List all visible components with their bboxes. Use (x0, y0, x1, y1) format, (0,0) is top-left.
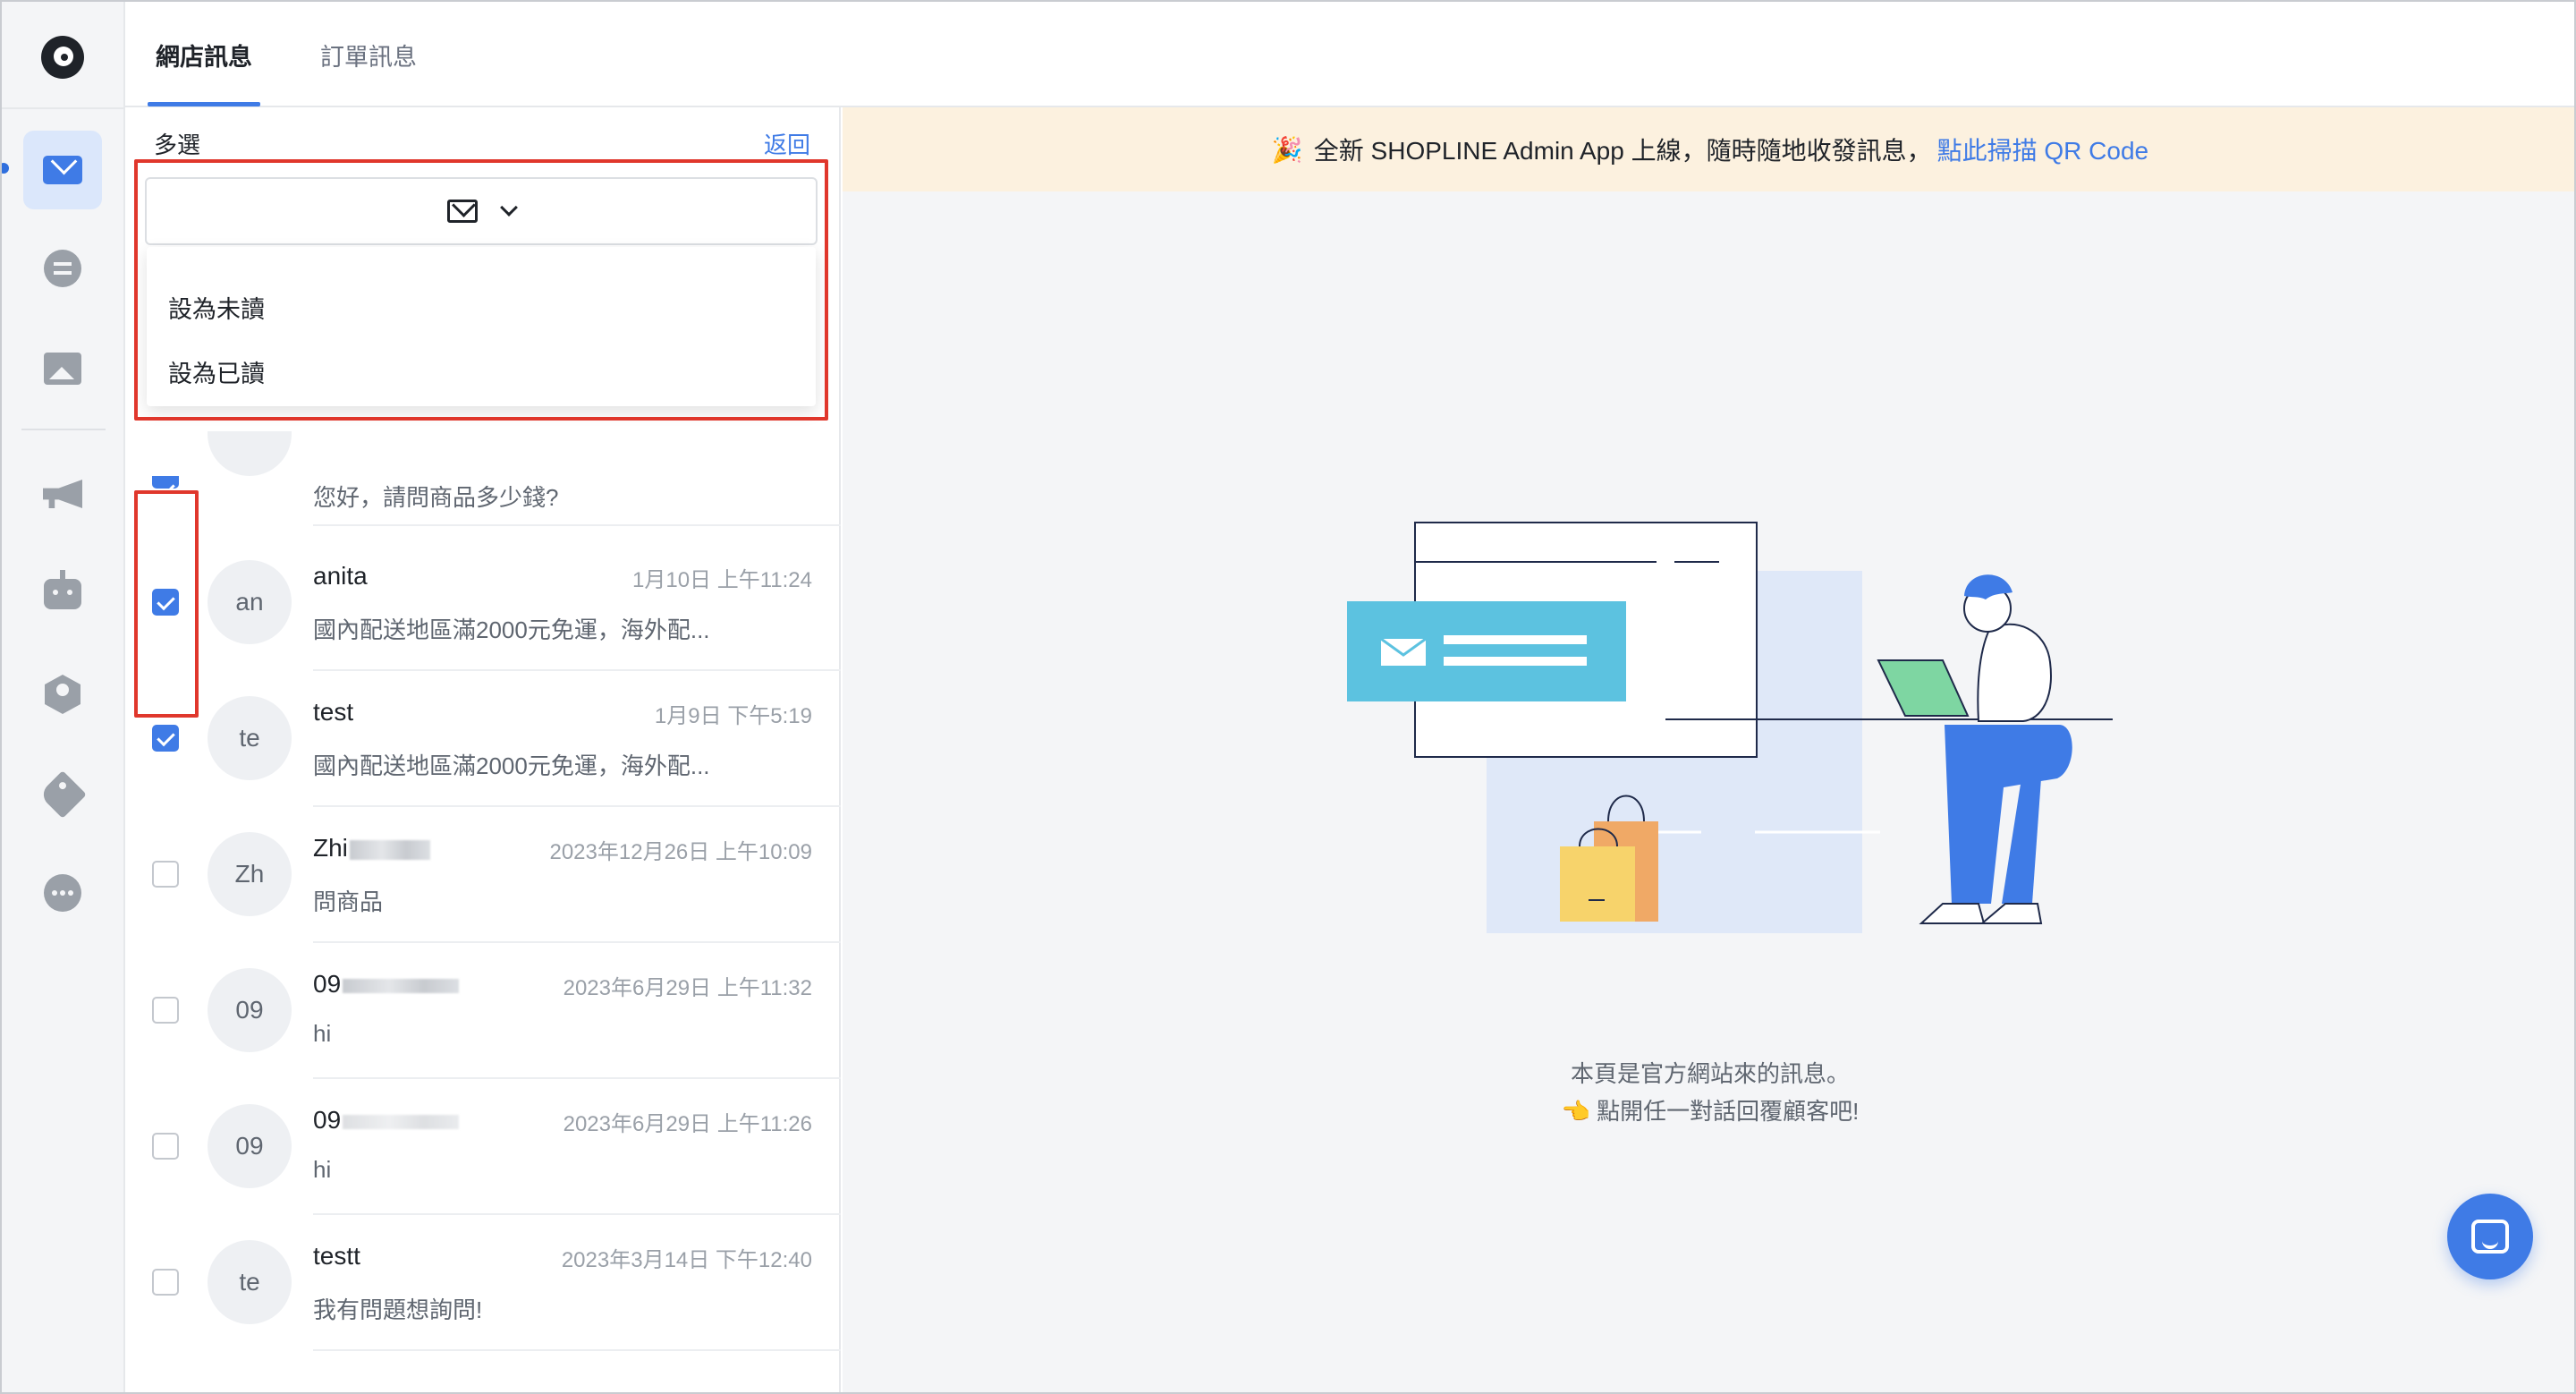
support-chat-button[interactable] (2447, 1194, 2533, 1279)
sidebar-item-media[interactable] (23, 329, 102, 408)
customer-name: 09 (313, 1106, 460, 1135)
avatar: te (208, 1240, 292, 1324)
active-tab-underline (148, 102, 260, 106)
message-snippet: 我有問題想詢問! (313, 1296, 483, 1323)
message-time: 2023年6月29日 上午11:26 (563, 1112, 812, 1136)
customer-name-text: 09 (313, 970, 342, 998)
row-divider (313, 524, 841, 526)
avatar: 09 (208, 1104, 292, 1188)
rail-divider (2, 107, 125, 109)
sidebar-item-more[interactable] (23, 854, 102, 932)
bot-icon (44, 570, 81, 609)
multi-select-label: 多選 (154, 132, 201, 158)
tag-icon (38, 770, 87, 819)
message-snippet: 問商品 (313, 888, 384, 915)
sidebar-item-chat[interactable] (23, 229, 102, 308)
banner-text: 全新 SHOPLINE Admin App 上線，隨時隨地收發訊息， (1313, 137, 1932, 165)
customer-name: Zhi (313, 834, 430, 863)
annotation-box (134, 159, 828, 421)
shopline-logo-icon[interactable] (41, 36, 84, 79)
mail-icon (43, 156, 82, 184)
list-item[interactable]: 09 09 2023年6月29日 上午11:26 hi (125, 1079, 841, 1215)
message-time: 1月9日 下午5:19 (654, 704, 812, 728)
redacted-text (343, 1114, 460, 1129)
megaphone-icon (43, 480, 82, 508)
empty-state-text: 本頁是官方網站來的訊息。 (1570, 1060, 1850, 1087)
party-popper-icon: 🎉 (1271, 135, 1303, 164)
row-divider (313, 1349, 841, 1351)
sidebar-item-bot[interactable] (23, 555, 102, 633)
list-item[interactable]: te testt 2023年3月14日 下午12:40 我有問題想詢問! (125, 1215, 841, 1351)
customer-name: testt (313, 1242, 360, 1270)
message-snippet: hi (313, 1156, 332, 1183)
message-time: 2023年3月14日 下午12:40 (561, 1248, 812, 1272)
chat-icon (44, 250, 81, 287)
active-indicator (2, 163, 9, 174)
message-time: 2023年12月26日 上午10:09 (549, 840, 812, 864)
icon-sidebar (2, 2, 125, 1392)
customer-name: test (313, 698, 354, 726)
redacted-text (343, 978, 460, 993)
avatar: 09 (208, 968, 292, 1052)
message-detail-pane: 🎉 全新 SHOPLINE Admin App 上線，隨時隨地收發訊息， 點此掃… (843, 107, 2574, 1392)
message-time: 2023年6月29日 上午11:32 (563, 976, 812, 1000)
tab-shop-messages[interactable]: 網店訊息 (156, 38, 252, 72)
customer-name: anita (313, 562, 368, 590)
chat-bubble-icon (2471, 1220, 2509, 1254)
customer-name-text: Zhi (313, 834, 348, 862)
more-icon (44, 874, 81, 912)
message-time: 1月10日 上午11:24 (632, 568, 812, 592)
back-link[interactable]: 返回 (764, 127, 810, 160)
rail-divider (21, 429, 106, 430)
row-checkbox[interactable] (152, 476, 179, 489)
qr-code-link[interactable]: 點此掃描 QR Code (1937, 132, 2149, 167)
app-window: 網店訊息 訂單訊息 多選 返回 您好，請問商品多少錢? an anita 1月1… (0, 0, 2576, 1394)
row-checkbox[interactable] (152, 725, 179, 752)
avatar: Zh (208, 832, 292, 916)
empty-state-illustration (1347, 522, 2113, 933)
annotation-box (134, 490, 199, 718)
message-snippet: 國內配送地區滿2000元免運，海外配... (313, 752, 710, 779)
announcement-banner: 🎉 全新 SHOPLINE Admin App 上線，隨時隨地收發訊息， 點此掃… (843, 107, 2574, 191)
message-snippet: 您好，請問商品多少錢? (313, 484, 559, 511)
empty-state-hint: 👈 點開任一對話回覆顧客吧! (1561, 1098, 1860, 1125)
avatar: an (208, 560, 292, 644)
list-item[interactable]: Zh Zhi 2023年12月26日 上午10:09 問商品 (125, 807, 841, 943)
row-checkbox[interactable] (152, 1269, 179, 1296)
row-checkbox[interactable] (152, 997, 179, 1024)
message-snippet: hi (313, 1020, 332, 1047)
image-icon (44, 353, 81, 385)
sidebar-item-messages[interactable] (23, 131, 102, 209)
tab-order-messages[interactable]: 訂單訊息 (320, 38, 417, 72)
customer-name-text: 09 (313, 1106, 342, 1134)
redacted-text (349, 839, 430, 860)
customer-name: 09 (313, 970, 460, 999)
list-item[interactable]: an anita 1月10日 上午11:24 國內配送地區滿2000元免運，海外… (125, 535, 841, 671)
sidebar-item-tags[interactable] (23, 755, 102, 834)
list-item[interactable]: te test 1月9日 下午5:19 國內配送地區滿2000元免運，海外配..… (125, 671, 841, 807)
avatar (208, 431, 292, 476)
sidebar-item-agent[interactable] (23, 655, 102, 734)
row-checkbox[interactable] (152, 1133, 179, 1160)
avatar: te (208, 696, 292, 780)
message-snippet: 國內配送地區滿2000元免運，海外配... (313, 616, 710, 643)
agent-icon (45, 675, 80, 714)
sidebar-item-broadcast[interactable] (23, 455, 102, 533)
list-item[interactable]: 09 09 2023年6月29日 上午11:32 hi (125, 943, 841, 1079)
tab-bar: 網店訊息 訂單訊息 (125, 2, 2574, 107)
row-checkbox[interactable] (152, 861, 179, 888)
